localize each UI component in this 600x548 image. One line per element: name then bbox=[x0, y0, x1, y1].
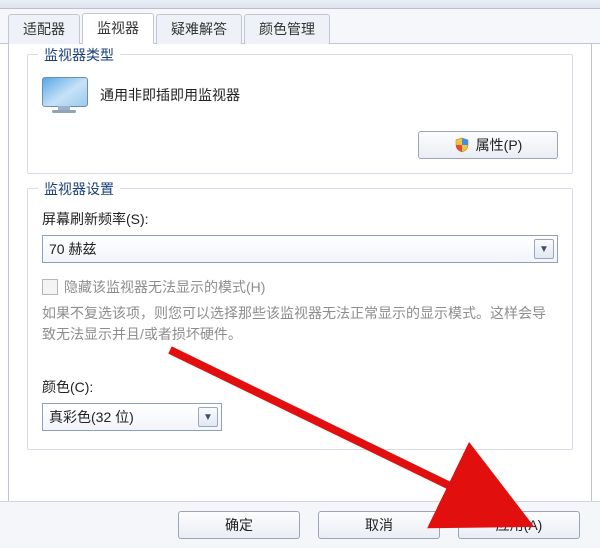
color-value: 真彩色(32 位) bbox=[42, 403, 222, 431]
properties-button-label: 属性(P) bbox=[476, 135, 523, 155]
group-monitor-settings: 监视器设置 屏幕刷新频率(S): 70 赫兹 ▼ 隐藏该监视器无法显示的模式(H… bbox=[27, 188, 573, 450]
tab-color-management[interactable]: 颜色管理 bbox=[244, 14, 330, 44]
refresh-rate-label: 屏幕刷新频率(S): bbox=[42, 209, 558, 229]
ok-button[interactable]: 确定 bbox=[178, 511, 300, 539]
color-select[interactable]: 真彩色(32 位) ▼ bbox=[42, 403, 222, 431]
tab-monitor[interactable]: 监视器 bbox=[82, 13, 154, 44]
window: 适配器 监视器 疑难解答 颜色管理 监视器类型 通用非即插即用监视器 bbox=[0, 0, 600, 548]
hide-modes-hint: 如果不复选该项，则您可以选择那些该监视器无法正常显示的显示模式。这样会导致无法显… bbox=[42, 303, 558, 345]
refresh-rate-select[interactable]: 70 赫兹 ▼ bbox=[42, 235, 558, 263]
monitor-device-name: 通用非即插即用监视器 bbox=[100, 85, 240, 105]
monitor-info-row: 通用非即插即用监视器 bbox=[42, 77, 558, 113]
properties-button[interactable]: 属性(P) bbox=[418, 131, 558, 159]
tab-troubleshoot[interactable]: 疑难解答 bbox=[156, 14, 242, 44]
dialog-footer: 确定 取消 应用(A) bbox=[0, 501, 600, 548]
hide-modes-checkbox[interactable] bbox=[42, 279, 58, 295]
group-title-monitor-settings: 监视器设置 bbox=[38, 179, 120, 199]
color-label: 颜色(C): bbox=[42, 377, 558, 397]
apply-button-label: 应用(A) bbox=[496, 515, 543, 535]
ok-button-label: 确定 bbox=[225, 515, 253, 535]
tab-pane-monitor: 监视器类型 通用非即插即用监视器 属性(P) bbox=[8, 44, 592, 504]
shield-icon bbox=[454, 137, 470, 153]
refresh-rate-value: 70 赫兹 bbox=[42, 235, 558, 263]
tab-adapter[interactable]: 适配器 bbox=[8, 14, 80, 44]
cancel-button[interactable]: 取消 bbox=[318, 511, 440, 539]
titlebar bbox=[0, 0, 600, 9]
group-title-monitor-type: 监视器类型 bbox=[38, 45, 120, 65]
group-monitor-type: 监视器类型 通用非即插即用监视器 属性(P) bbox=[27, 54, 573, 174]
apply-button[interactable]: 应用(A) bbox=[458, 511, 580, 539]
cancel-button-label: 取消 bbox=[365, 515, 393, 535]
hide-modes-row: 隐藏该监视器无法显示的模式(H) bbox=[42, 277, 558, 297]
hide-modes-label: 隐藏该监视器无法显示的模式(H) bbox=[64, 277, 265, 297]
monitor-icon bbox=[42, 77, 86, 113]
tab-row: 适配器 监视器 疑难解答 颜色管理 bbox=[0, 9, 600, 44]
